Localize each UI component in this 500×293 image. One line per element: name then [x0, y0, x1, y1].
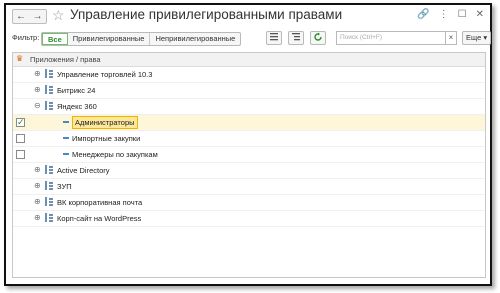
- tree-group-row[interactable]: ⊕ ВК корпоративная почта: [13, 195, 485, 211]
- window-title: Управление привилегированными правами: [70, 7, 343, 22]
- more-menu-button[interactable]: Еще ▾: [462, 31, 491, 45]
- application-icon: [45, 85, 53, 94]
- tree-group-row[interactable]: ⊕ Управление торговлей 10.3: [13, 67, 485, 83]
- tree-right-row[interactable]: ✓ Администраторы: [13, 115, 485, 131]
- application-icon: [45, 101, 53, 110]
- more-vert-icon[interactable]: ⋮: [439, 9, 449, 20]
- crown-icon: ♛: [16, 54, 24, 63]
- tree-group-row[interactable]: ⊕ ЗУП: [13, 179, 485, 195]
- maximize-icon[interactable]: ☐: [458, 9, 467, 20]
- close-icon[interactable]: ✕: [476, 9, 484, 20]
- expand-icon[interactable]: ⊕: [34, 213, 41, 222]
- collapse-icon[interactable]: ⊖: [34, 101, 41, 110]
- tree-group-row[interactable]: ⊕ Битрикс 24: [13, 83, 485, 99]
- tree-view-button[interactable]: [288, 31, 304, 45]
- search-input[interactable]: Поиск (Ctrl+F): [336, 31, 446, 45]
- link-icon[interactable]: 🔗: [417, 9, 429, 20]
- window-controls: 🔗 ⋮ ☐ ✕: [417, 9, 484, 20]
- tree-view-icon: [292, 33, 300, 41]
- refresh-icon: [314, 32, 322, 41]
- expand-icon[interactable]: ⊕: [34, 197, 41, 206]
- tree-item-label: Active Directory: [57, 166, 110, 175]
- tree-right-row[interactable]: Импортные закупки: [13, 131, 485, 147]
- forward-button[interactable]: →: [29, 9, 47, 24]
- tree-item-label: Битрикс 24: [57, 86, 96, 95]
- tree-item-label: Импортные закупки: [72, 134, 141, 143]
- right-checkbox[interactable]: [16, 134, 25, 143]
- application-icon: [45, 197, 53, 206]
- application-icon: [45, 69, 53, 78]
- expand-icon[interactable]: ⊕: [34, 165, 41, 174]
- tree-group-row[interactable]: ⊖ Яндекс 360: [13, 99, 485, 115]
- rights-tree-table[interactable]: ♛ Приложения / права ⊕ Управление торговл…: [12, 52, 486, 278]
- tree-item-label: Управление торговлей 10.3: [57, 70, 153, 79]
- filter-group: Все Привилегированные Непривилегированны…: [41, 32, 242, 46]
- right-item-icon: [63, 153, 69, 155]
- app-window: ← → ☆ Управление привилегированными прав…: [4, 3, 492, 286]
- application-icon: [45, 181, 53, 190]
- title-bar: ← → ☆ Управление привилегированными прав…: [6, 5, 490, 27]
- table-header: ♛ Приложения / права: [13, 53, 485, 67]
- right-item-icon: [63, 121, 69, 123]
- right-item-icon: [63, 137, 69, 139]
- tree-item-label: ЗУП: [57, 182, 72, 191]
- application-icon: [45, 165, 53, 174]
- tree-group-row[interactable]: ⊕ Active Directory: [13, 163, 485, 179]
- list-view-button[interactable]: [266, 31, 282, 45]
- expand-icon[interactable]: ⊕: [34, 69, 41, 78]
- expand-icon[interactable]: ⊕: [34, 85, 41, 94]
- search-clear-button[interactable]: ×: [446, 31, 457, 45]
- tree-right-row[interactable]: Менеджеры по закупкам: [13, 147, 485, 163]
- filter-all-button[interactable]: Все: [42, 33, 68, 45]
- column-header-apps-rights[interactable]: Приложения / права: [30, 55, 101, 64]
- tree-item-label: Менеджеры по закупкам: [72, 150, 158, 159]
- refresh-button[interactable]: [310, 31, 326, 45]
- favorite-star-icon[interactable]: ☆: [52, 7, 65, 24]
- tree-item-label: ВК корпоративная почта: [57, 198, 143, 207]
- right-checkbox[interactable]: [16, 150, 25, 159]
- back-button[interactable]: ←: [12, 9, 30, 24]
- tree-item-label: Администраторы: [72, 116, 138, 129]
- right-checkbox[interactable]: ✓: [16, 118, 25, 127]
- tree-item-label: Корп-сайт на WordPress: [57, 214, 142, 223]
- filter-nonprivileged-button[interactable]: Непривилегированные: [150, 33, 240, 45]
- tree-group-row[interactable]: ⊕ Корп-сайт на WordPress: [13, 211, 485, 227]
- filter-privileged-button[interactable]: Привилегированные: [68, 33, 151, 45]
- filter-label: Фильтр:: [12, 33, 40, 42]
- application-icon: [45, 213, 53, 222]
- tree-item-label: Яндекс 360: [57, 102, 97, 111]
- list-view-icon: [270, 33, 278, 41]
- expand-icon[interactable]: ⊕: [34, 181, 41, 190]
- toolbar: Фильтр: Все Привилегированные Непривилег…: [6, 31, 491, 49]
